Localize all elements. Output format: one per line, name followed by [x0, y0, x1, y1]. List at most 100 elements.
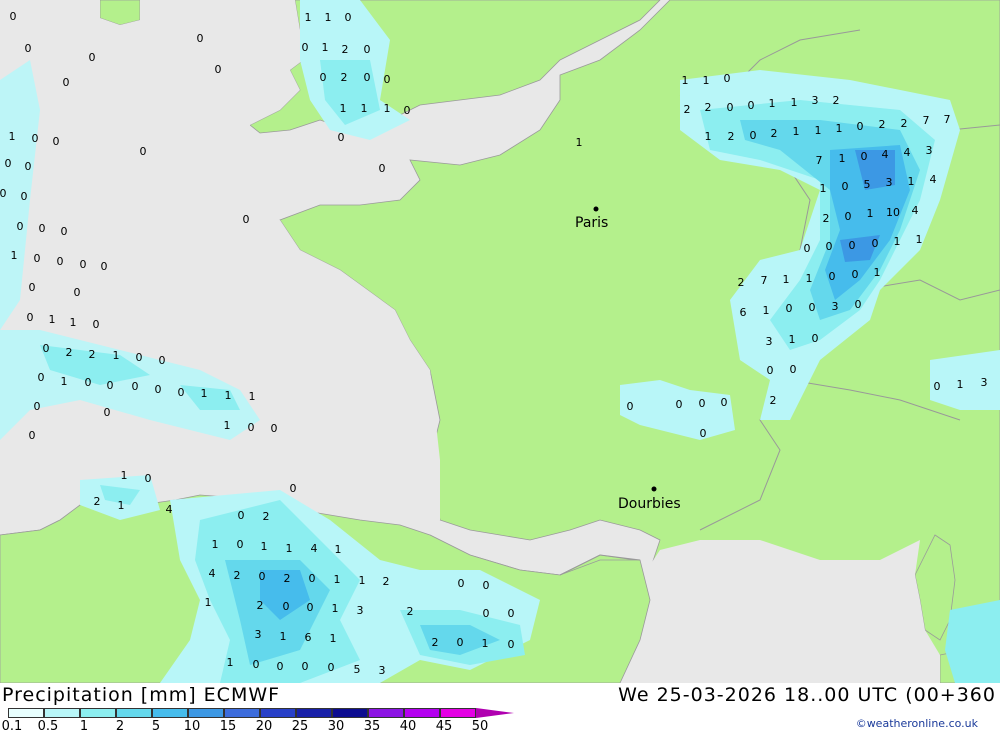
legend-tick-label: 1 [79, 719, 89, 734]
precip-value: 0 [85, 376, 92, 389]
dourbies-marker [651, 486, 657, 492]
precip-value: 0 [29, 281, 36, 294]
precip-value: 0 [727, 101, 734, 114]
precip-value: 0 [934, 380, 941, 393]
precip-value: 0 [364, 71, 371, 84]
precip-value: 2 [66, 346, 73, 359]
legend-swatch [80, 708, 116, 718]
precip-value: 0 [345, 11, 352, 24]
precip-value: 2 [901, 117, 908, 130]
precip-value: 1 [361, 102, 368, 115]
precip-value: 7 [761, 274, 768, 287]
precip-value: 0 [842, 180, 849, 193]
legend-ticks: 0.1 0.5 1 2 5 10 15 20 25 30 35 40 45 50 [0, 719, 520, 734]
precip-value: 6 [305, 631, 312, 644]
legend-tick-label: 0.1 [1, 719, 23, 734]
legend-swatch [152, 708, 188, 718]
precip-value: 0 [248, 421, 255, 434]
precip-value: 1 [335, 543, 342, 556]
precip-value: 10 [886, 206, 900, 219]
precip-value: 4 [311, 542, 318, 555]
precip-value: 0 [849, 239, 856, 252]
precip-value: 1 [705, 130, 712, 143]
city-label-dourbies: Dourbies [618, 496, 681, 512]
precip-value: 0 [197, 32, 204, 45]
precip-value: 0 [721, 396, 728, 409]
precip-value: 0 [483, 579, 490, 592]
precip-value: 0 [328, 661, 335, 674]
legend-swatch [260, 708, 296, 718]
precip-value: 0 [104, 406, 111, 419]
precip-value: 0 [290, 482, 297, 495]
precip-value: 3 [255, 628, 262, 641]
precip-value: 3 [926, 144, 933, 157]
precip-value: 1 [894, 235, 901, 248]
precip-value: 1 [261, 540, 268, 553]
precip-value: 4 [882, 148, 889, 161]
precip-value: 0 [277, 660, 284, 673]
precip-value: 4 [166, 503, 173, 516]
precip-value: 1 [11, 249, 18, 262]
precip-value: 0 [748, 99, 755, 112]
legend-swatch [332, 708, 368, 718]
precip-value: 4 [930, 173, 937, 186]
precip-value: 2 [342, 43, 349, 56]
legend-tick-label: 25 [291, 719, 309, 734]
precip-value: 0 [724, 72, 731, 85]
precip-value: 0 [74, 286, 81, 299]
precip-value: 0 [302, 660, 309, 673]
precip-value: 2 [94, 495, 101, 508]
precip-value: 0 [861, 150, 868, 163]
legend-swatch [8, 708, 44, 718]
precip-value: 0 [155, 383, 162, 396]
precip-value: 0 [253, 658, 260, 671]
precip-value: 1 [682, 74, 689, 87]
credit-link[interactable]: ©weatheronline.co.uk [856, 717, 978, 730]
precip-value: 2 [89, 348, 96, 361]
precip-value: 3 [812, 94, 819, 107]
precip-value: 0 [508, 607, 515, 620]
precip-value: 0 [89, 51, 96, 64]
precip-value: 1 [224, 419, 231, 432]
precip-value: 2 [770, 394, 777, 407]
precip-value: 1 [867, 207, 874, 220]
legend-tick-label: 10 [183, 719, 201, 734]
precip-value: 1 [225, 389, 232, 402]
precip-value: 1 [763, 304, 770, 317]
legend-tick-label: 50 [471, 719, 489, 734]
precip-value: 1 [280, 630, 287, 643]
precip-value: 3 [357, 604, 364, 617]
precip-value: 2 [407, 605, 414, 618]
precip-value: 3 [832, 300, 839, 313]
precip-value: 1 [332, 602, 339, 615]
legend-swatch [44, 708, 80, 718]
precip-value: 1 [839, 152, 846, 165]
precip-value: 1 [359, 574, 366, 587]
precip-value: 0 [238, 509, 245, 522]
precip-value: 2 [341, 71, 348, 84]
precip-value: 0 [379, 162, 386, 175]
precip-value: 0 [483, 607, 490, 620]
precip-value: 0 [39, 222, 46, 235]
precip-value: 4 [904, 146, 911, 159]
precip-value: 1 [325, 11, 332, 24]
precip-value: 0 [283, 600, 290, 613]
precip-value: 0 [508, 638, 515, 651]
precip-value: 0 [27, 311, 34, 324]
precip-value: 1 [227, 656, 234, 669]
legend-tick-label: 45 [435, 719, 453, 734]
precip-value: 0 [855, 298, 862, 311]
precip-value: 0 [34, 252, 41, 265]
precip-value: 0 [809, 301, 816, 314]
precip-value: 2 [684, 103, 691, 116]
legend-arrow [476, 708, 514, 718]
color-legend [8, 708, 514, 719]
precip-value: 7 [816, 154, 823, 167]
precip-value: 2 [284, 572, 291, 585]
precip-value: 0 [17, 220, 24, 233]
precip-value: 0 [178, 386, 185, 399]
precip-value: 0 [364, 43, 371, 56]
precip-value: 0 [259, 570, 266, 583]
legend-tick-label: 5 [151, 719, 161, 734]
precip-value: 2 [879, 118, 886, 131]
